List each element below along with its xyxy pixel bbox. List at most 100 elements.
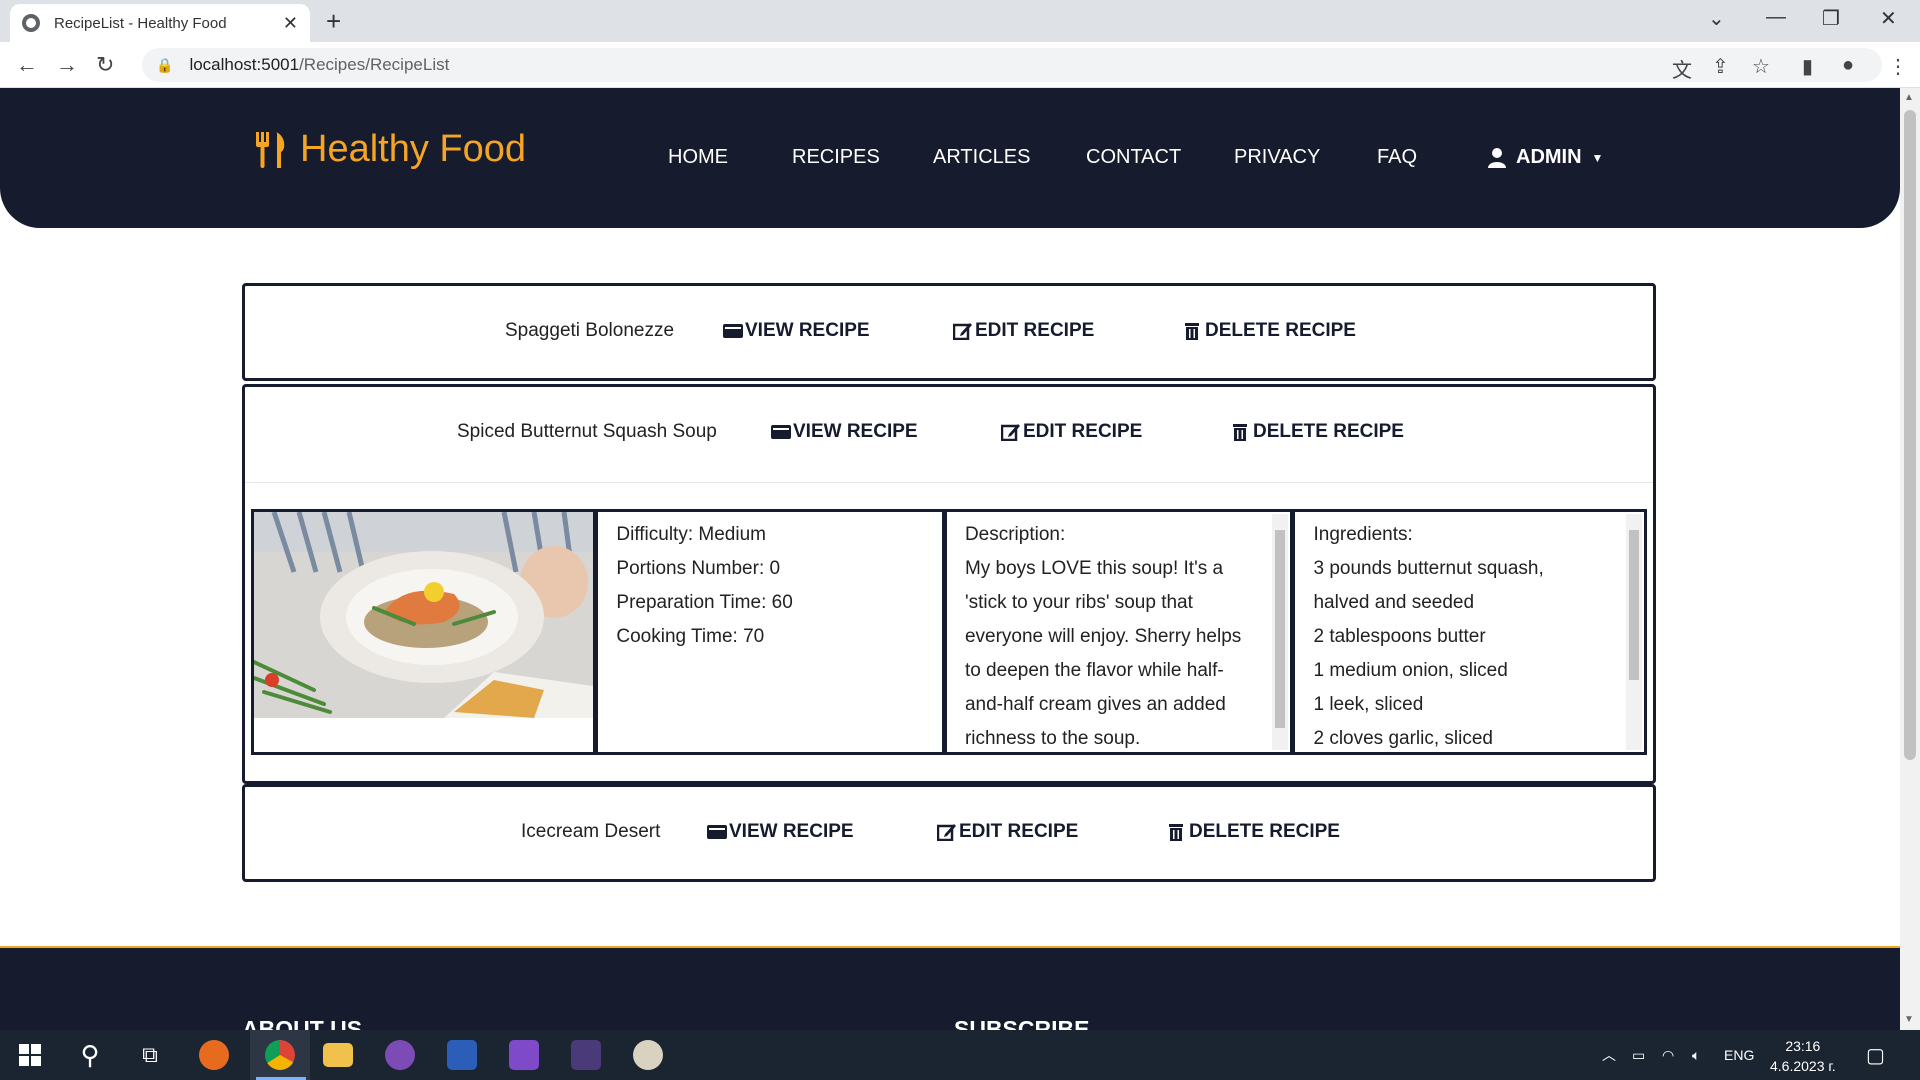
restore-icon[interactable]: ❐ [1822,6,1840,31]
volume-icon[interactable]: 🔈︎ [1692,1030,1700,1080]
caret-down-icon: ▼ [1591,150,1604,165]
recipe-stats-cell: Difficulty: Medium Portions Number: 0 Pr… [598,512,947,752]
portions-text: Portions Number: 0 [616,558,781,579]
scroll-thumb[interactable] [1629,530,1639,680]
word-icon[interactable] [442,1030,482,1080]
nav-articles[interactable]: ARTICLES [933,146,1030,169]
menu-dots-icon[interactable]: ⋮ [1888,54,1908,79]
trash-icon [1185,323,1199,340]
recipe-row: Spiced Butternut Squash Soup VIEW RECIPE… [245,387,1653,479]
recipe-photo-cell [254,512,599,752]
view-recipe-button[interactable]: VIEW RECIPE [771,421,918,443]
tray-chevron-icon[interactable]: ︿ [1602,1030,1616,1080]
edit-recipe-button[interactable]: EDIT RECIPE [937,821,1078,843]
profile-icon[interactable]: ● [1842,54,1854,77]
wifi-icon[interactable]: ◠ [1662,1030,1674,1080]
description-cell[interactable]: Description: My boys LOVE this soup! It'… [947,512,1296,752]
site-footer: ABOUT US SUBSCRIBE [0,946,1900,1030]
footer-subscribe-heading: SUBSCRIBE [954,1016,1090,1030]
description-scrollbar[interactable]: ▲ ▼ [1272,514,1289,752]
recipe-name: Spiced Butternut Squash Soup [457,421,717,442]
view-recipe-button[interactable]: VIEW RECIPE [723,320,870,342]
recipe-card: Icecream Desert VIEW RECIPE EDIT RECIPE … [242,784,1656,882]
close-tab-icon[interactable]: ✕ [283,13,298,34]
edit-icon [1001,424,1020,441]
recipe-photo [254,512,594,718]
ingredient-line: 2 tablespoons butter [1313,626,1486,647]
page-scrollbar[interactable]: ▲ ▼ [1900,88,1920,1030]
minimize-icon[interactable]: — [1766,6,1786,29]
edit-recipe-button[interactable]: EDIT RECIPE [1001,421,1142,443]
scroll-down-icon[interactable]: ▼ [1629,738,1638,752]
nav-faq[interactable]: FAQ [1377,146,1417,169]
browser-tab[interactable]: RecipeList - Healthy Food ✕ [10,4,310,42]
visual-studio-icon[interactable] [504,1030,544,1080]
side-panel-icon[interactable]: ▮ [1802,54,1813,79]
chrome-icon[interactable] [250,1030,310,1080]
cook-time-text: Cooking Time: 70 [616,626,765,647]
ingredients-scrollbar[interactable]: ▲ ▼ [1626,514,1642,752]
new-tab-icon[interactable]: + [326,6,341,37]
ingredients-cell[interactable]: Ingredients: 3 pounds butternut squash, … [1295,512,1644,752]
browser-tab-strip: RecipeList - Healthy Food ✕ + ⌄ — ❐ ✕ [0,0,1920,42]
share-icon[interactable]: ⇪ [1712,54,1729,79]
card-icon [707,825,727,839]
description-line: everyone will enjoy. Sherry helps [964,626,1242,647]
clock-date: 4.6.2023 г. [1770,1058,1836,1074]
edit-recipe-button[interactable]: EDIT RECIPE [953,320,1094,342]
language-indicator[interactable]: ENG [1724,1030,1754,1080]
clock[interactable]: 23:16 4.6.2023 г. [1770,1036,1836,1076]
user-menu-label: ADMIN [1516,146,1582,168]
scroll-down-icon[interactable]: ▼ [1904,1014,1914,1025]
description-line: and-half cream gives an added [964,694,1226,715]
github-desktop-icon[interactable] [380,1030,420,1080]
translate-icon[interactable]: 文 [1672,54,1692,83]
footer-about-heading: ABOUT US [242,1016,363,1030]
description-line: 'stick to your ribs' soup that [964,592,1193,613]
brand-logo[interactable]: Healthy Food [254,128,526,171]
url-path: /Recipes/RecipeList [299,55,450,74]
search-icon[interactable]: ⚲ [70,1030,110,1080]
nav-recipes[interactable]: RECIPES [792,146,880,169]
nav-privacy[interactable]: PRIVACY [1234,146,1320,169]
trash-icon [1233,424,1247,441]
description-line: richness to the soup. [964,728,1141,749]
site-header: Healthy Food HOME RECIPES ARTICLES CONTA… [0,88,1900,228]
back-icon[interactable]: ← [16,52,38,78]
reload-icon[interactable]: ↻ [96,52,114,78]
recipe-card: Spaggeti Bolonezze VIEW RECIPE EDIT RECI… [242,283,1656,381]
task-view-icon[interactable]: ⧉ [130,1030,170,1080]
scroll-down-icon[interactable]: ▼ [1275,738,1284,752]
view-recipe-button[interactable]: VIEW RECIPE [707,821,854,843]
address-bar[interactable]: 🔒 localhost:5001/Recipes/RecipeList [142,48,1882,82]
delete-recipe-button[interactable]: DELETE RECIPE [1183,320,1356,342]
file-explorer-icon[interactable] [318,1030,358,1080]
forward-icon[interactable]: → [56,52,78,78]
delete-recipe-button[interactable]: DELETE RECIPE [1231,421,1404,443]
nav-home[interactable]: HOME [668,146,728,169]
battery-icon[interactable]: ▭ [1632,1030,1645,1080]
description-line: My boys LOVE this soup! It's a [964,558,1224,579]
difficulty-text: Difficulty: Medium [616,524,766,545]
scroll-thumb[interactable] [1275,530,1286,728]
edit-icon [937,824,956,841]
globe-icon [22,14,40,32]
card-icon [771,425,791,439]
delete-recipe-button[interactable]: DELETE RECIPE [1167,821,1340,843]
scroll-up-icon[interactable]: ▲ [1904,92,1914,103]
terminal-icon[interactable] [566,1030,606,1080]
notification-icon[interactable]: ▢ [1866,1030,1885,1080]
paint-icon[interactable] [628,1030,668,1080]
ingredient-line: 2 cloves garlic, sliced [1313,728,1494,749]
firefox-icon[interactable] [194,1030,234,1080]
bookmark-star-icon[interactable]: ☆ [1752,54,1770,79]
brand-name: Healthy Food [300,128,527,170]
nav-contact[interactable]: CONTACT [1086,146,1181,169]
close-window-icon[interactable]: ✕ [1880,6,1897,31]
user-menu[interactable]: ADMIN ▼ [1488,146,1603,169]
recipe-name: Spaggeti Bolonezze [505,320,675,341]
start-icon[interactable] [10,1030,50,1080]
page-scroll-thumb[interactable] [1904,110,1916,760]
tab-search-icon[interactable]: ⌄ [1708,6,1725,31]
description-heading: Description: [964,524,1066,545]
